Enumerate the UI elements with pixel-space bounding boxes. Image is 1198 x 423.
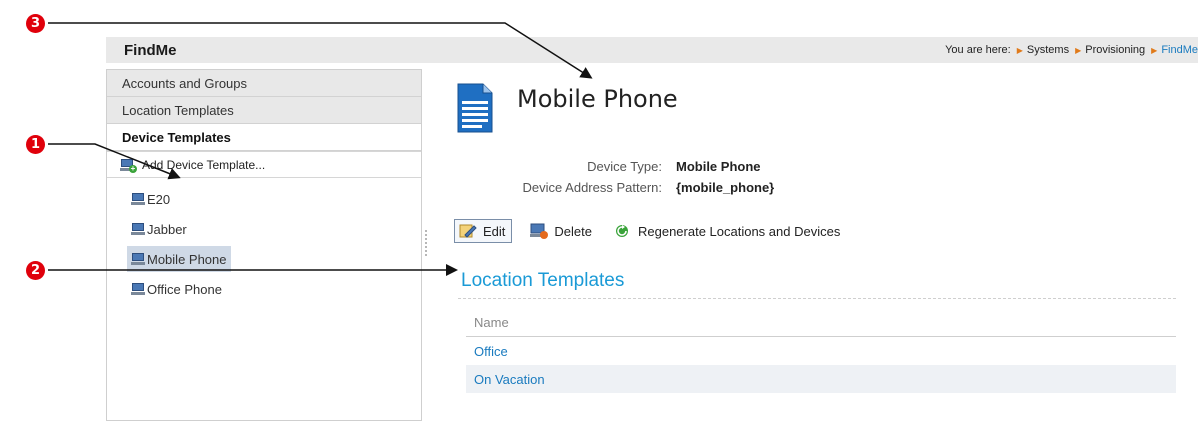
location-templates-table: Name Office On Vacation (466, 309, 1176, 393)
page-title: Mobile Phone (517, 85, 678, 113)
location-templates-heading: Location Templates (461, 270, 625, 291)
nav-accounts-and-groups[interactable]: Accounts and Groups (107, 70, 421, 97)
table-header-name: Name (466, 309, 1176, 337)
computer-icon (131, 193, 145, 205)
breadcrumb-arrow-icon: ▶ (1075, 45, 1082, 55)
edit-button[interactable]: Edit (454, 219, 513, 243)
breadcrumb-provisioning[interactable]: Provisioning (1085, 44, 1145, 56)
breadcrumb-arrow-icon: ▶ (1016, 45, 1023, 55)
device-properties: Device Type: Mobile Phone Device Address… (440, 156, 940, 198)
edit-label: Edit (483, 223, 506, 239)
device-item-label: Office Phone (147, 281, 222, 297)
add-device-template-label: Add Device Template... (142, 157, 266, 172)
table-row-office[interactable]: Office (466, 337, 1176, 365)
add-device-template-button[interactable]: + Add Device Template... (107, 151, 421, 178)
callout-badge-1: 1 (26, 135, 45, 154)
toolbar: Edit Delete Regenerate Locations and Dev… (454, 219, 858, 243)
device-item-label: E20 (147, 191, 171, 207)
callout-badge-3: 3 (26, 14, 45, 33)
callout-badge-2: 2 (26, 261, 45, 280)
breadcrumb-systems[interactable]: Systems (1027, 44, 1069, 56)
refresh-icon (615, 225, 628, 237)
device-address-pattern-label: Device Address Pattern: (522, 180, 662, 195)
delete-computer-icon (530, 223, 549, 239)
computer-icon (131, 223, 145, 235)
regenerate-button[interactable]: Regenerate Locations and Devices (610, 219, 844, 243)
panel-splitter-handle[interactable] (425, 230, 427, 256)
device-type-row: Device Type: Mobile Phone (440, 156, 940, 177)
left-panel: Accounts and Groups Location Templates D… (106, 69, 422, 421)
breadcrumb-findme[interactable]: FindMe (1161, 44, 1198, 56)
regenerate-label: Regenerate Locations and Devices (637, 223, 841, 239)
device-type-label: Device Type: (587, 159, 662, 174)
nav-location-templates[interactable]: Location Templates (107, 97, 421, 124)
device-item-jabber[interactable]: Jabber (127, 216, 191, 242)
device-item-label: Mobile Phone (147, 251, 227, 267)
table-row-on-vacation[interactable]: On Vacation (466, 365, 1176, 393)
nav-device-templates[interactable]: Device Templates (107, 124, 421, 151)
document-icon (457, 83, 493, 133)
device-item-mobile-phone[interactable]: Mobile Phone (127, 246, 231, 272)
delete-label: Delete (554, 223, 592, 239)
breadcrumb-arrow-icon: ▶ (1151, 45, 1158, 55)
header-bar: FindMe You are here: ▶ Systems ▶ Provisi… (106, 37, 1198, 63)
add-computer-icon: + (120, 158, 137, 173)
device-type-value: Mobile Phone (676, 159, 761, 174)
device-item-e20[interactable]: E20 (127, 186, 174, 212)
app-title: FindMe (124, 41, 177, 59)
device-item-office-phone[interactable]: Office Phone (127, 276, 226, 302)
breadcrumb-prefix: You are here: (945, 44, 1011, 56)
section-divider (458, 298, 1176, 299)
edit-icon (459, 224, 477, 238)
delete-button[interactable]: Delete (526, 219, 596, 243)
device-address-pattern-value: {mobile_phone} (676, 180, 775, 195)
device-address-pattern-row: Device Address Pattern: {mobile_phone} (440, 177, 940, 198)
computer-icon (131, 253, 145, 265)
device-template-list: E20 Jabber Mobile Phone Office Phone (107, 178, 421, 302)
computer-icon (131, 283, 145, 295)
device-item-label: Jabber (147, 221, 187, 237)
breadcrumb: You are here: ▶ Systems ▶ Provisioning ▶… (945, 44, 1198, 56)
